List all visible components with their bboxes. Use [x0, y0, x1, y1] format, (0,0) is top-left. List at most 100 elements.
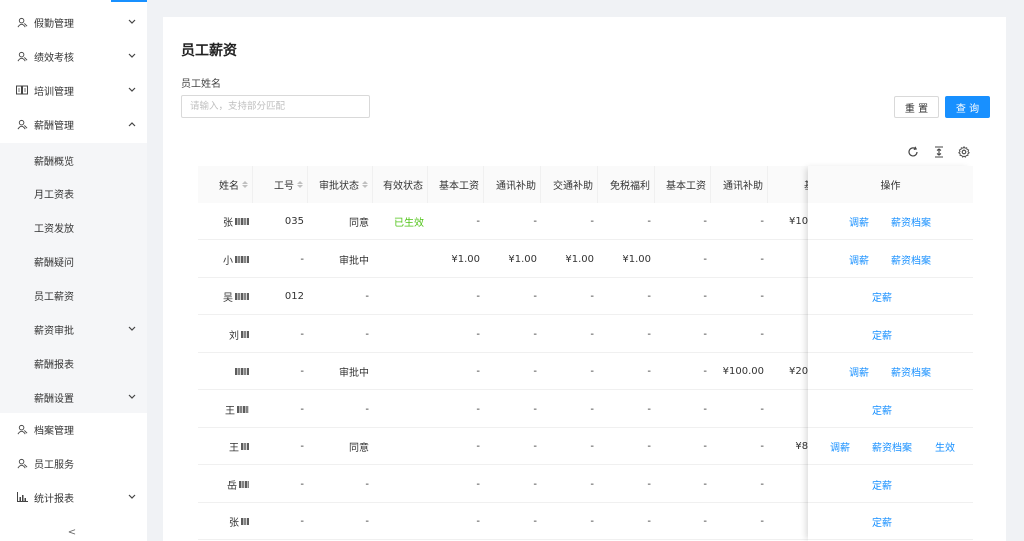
employee-name-text: 王 [225, 405, 235, 417]
operations-row: 定薪 [808, 466, 973, 503]
redacted-name-mask [241, 330, 249, 338]
submenu-item-reports[interactable]: 薪酬报表 [0, 346, 147, 380]
sidebar-item-label: 薪酬管理 [34, 120, 74, 132]
user-chart-icon [16, 50, 28, 62]
cell-employee-name: 王 [198, 391, 253, 428]
operations-row: 定薪 [808, 503, 973, 540]
submenu-item-employee-salary[interactable]: 员工薪资 [0, 278, 147, 312]
cell-comm-allowance: - [533, 403, 537, 415]
column-header-id[interactable]: 工号 [253, 166, 308, 203]
page-gutter [1006, 0, 1024, 541]
sort-icon[interactable] [362, 181, 368, 188]
cell-comm-allowance-2: - [760, 328, 764, 340]
cell-valid-status [373, 466, 428, 503]
cell-base-salary-2: - [703, 291, 707, 302]
submenu-item-overview[interactable]: 薪酬概览 [0, 143, 147, 177]
cell-base-salary: - [476, 216, 480, 227]
operations-row: 定薪 [808, 278, 973, 315]
cell-base-salary-2: - [703, 478, 707, 490]
query-button[interactable]: 查 询 [945, 96, 990, 118]
sidebar-item-performance[interactable]: 绩效考核 [0, 39, 147, 73]
salary-file-link[interactable]: 薪资档案 [891, 241, 931, 278]
sort-icon[interactable] [242, 181, 248, 188]
submenu-item-payout[interactable]: 工资发放 [0, 210, 147, 244]
adjust-salary-link[interactable]: 调薪 [849, 203, 869, 240]
salary-file-link[interactable]: 薪资档案 [872, 428, 912, 465]
adjust-salary-link[interactable]: 调薪 [849, 353, 869, 390]
cell-base-salary: - [476, 291, 480, 302]
adjust-salary-link[interactable]: 调薪 [849, 241, 869, 278]
cell-transport-allowance: - [590, 441, 594, 452]
set-salary-link[interactable]: 定薪 [872, 466, 892, 503]
chevron-down-icon [127, 392, 137, 402]
cell-valid-status [373, 241, 428, 278]
cell-comm-allowance: - [533, 216, 537, 227]
column-header-operations: 操作 [808, 166, 973, 203]
cell-employee-name: 岳 [198, 466, 253, 503]
user-money-icon [16, 118, 28, 130]
set-salary-link[interactable]: 定薪 [872, 316, 892, 353]
cell-tax-free-benefit: - [647, 291, 651, 302]
submenu-item-monthly-payroll[interactable]: 月工资表 [0, 176, 147, 210]
submenu-item-settings[interactable]: 薪酬设置 [0, 380, 147, 414]
employee-name-text: 张 [223, 218, 233, 229]
sidebar-item-attendance[interactable]: 假勤管理 [0, 5, 147, 39]
column-height-icon[interactable] [932, 145, 946, 159]
submenu-item-label: 薪酬报表 [34, 359, 74, 371]
sidebar-item-archives[interactable]: 档案管理 [0, 412, 147, 446]
submenu-item-questions[interactable]: 薪酬疑问 [0, 244, 147, 278]
set-salary-link[interactable]: 定薪 [872, 278, 892, 315]
sidebar-item-statistics[interactable]: 统计报表 [0, 480, 147, 514]
employee-name-text: 岳 [227, 480, 237, 492]
column-header-comm-allowance-2: 通讯补助 [711, 166, 768, 203]
cell-valid-status [373, 428, 428, 465]
adjust-salary-link[interactable]: 调薪 [830, 428, 850, 465]
reset-button[interactable]: 重 置 [894, 96, 939, 118]
operations-row: 定薪 [808, 316, 973, 353]
submenu-item-salary-approval[interactable]: 薪资审批 [0, 312, 147, 346]
cell-tax-free-benefit: - [647, 366, 651, 377]
sidebar-item-label: 绩效考核 [34, 52, 74, 64]
redacted-name-mask [237, 405, 249, 413]
cell-approval-status: - [365, 328, 369, 340]
gear-icon[interactable] [957, 145, 971, 159]
collapse-sidebar-button[interactable]: < [62, 525, 82, 539]
cell-transport-allowance: ¥1.00 [565, 253, 594, 265]
cell-employee-id: - [300, 441, 304, 452]
set-salary-link[interactable]: 定薪 [872, 503, 892, 540]
page-title: 员工薪资 [181, 43, 237, 59]
employee-name-text: 刘 [229, 330, 239, 342]
chevron-up-icon [127, 119, 137, 129]
salary-file-link[interactable]: 薪资档案 [891, 203, 931, 240]
sidebar-item-training[interactable]: 培训管理 [0, 73, 147, 107]
sidebar-item-label: 员工服务 [34, 459, 74, 471]
sort-icon[interactable] [297, 181, 303, 188]
cell-base-salary-2: - [703, 328, 707, 340]
cell-comm-allowance: ¥1.00 [508, 253, 537, 265]
sidebar-item-compensation[interactable]: 薪酬管理 [0, 107, 147, 141]
employee-name-input[interactable] [181, 95, 370, 118]
column-header-approval-status[interactable]: 审批状态 [308, 166, 373, 203]
redacted-name-mask [235, 218, 249, 225]
sidebar-item-employee-service[interactable]: 员工服务 [0, 446, 147, 480]
cell-employee-id: 035 [284, 216, 304, 227]
cell-valid-status [373, 353, 428, 390]
cell-base-salary-2: - [703, 253, 707, 265]
refresh-icon[interactable] [906, 145, 920, 159]
cell-tax-free-benefit: - [647, 403, 651, 415]
column-header-name[interactable]: 姓名 [198, 166, 253, 203]
cell-employee-id: - [300, 253, 304, 265]
sidebar-item-label: 档案管理 [34, 425, 74, 437]
operations-row: 调薪 薪资档案 [808, 241, 973, 278]
cell-base-salary-2: - [703, 216, 707, 227]
chevron-down-icon [127, 85, 137, 95]
column-header-comm-allowance: 通讯补助 [484, 166, 541, 203]
cell-transport-allowance: - [590, 366, 594, 377]
submenu-item-label: 员工薪资 [34, 291, 74, 303]
operations-row: 调薪 薪资档案 生效 [808, 428, 973, 465]
set-salary-link[interactable]: 定薪 [872, 391, 892, 428]
activate-link[interactable]: 生效 [935, 428, 955, 465]
cell-approval-status: - [365, 516, 369, 527]
sidebar: 假勤管理 绩效考核 培训管理 薪酬管理 薪酬概览 月工资表 工资发放 薪酬疑问 … [0, 2, 147, 541]
salary-file-link[interactable]: 薪资档案 [891, 353, 931, 390]
